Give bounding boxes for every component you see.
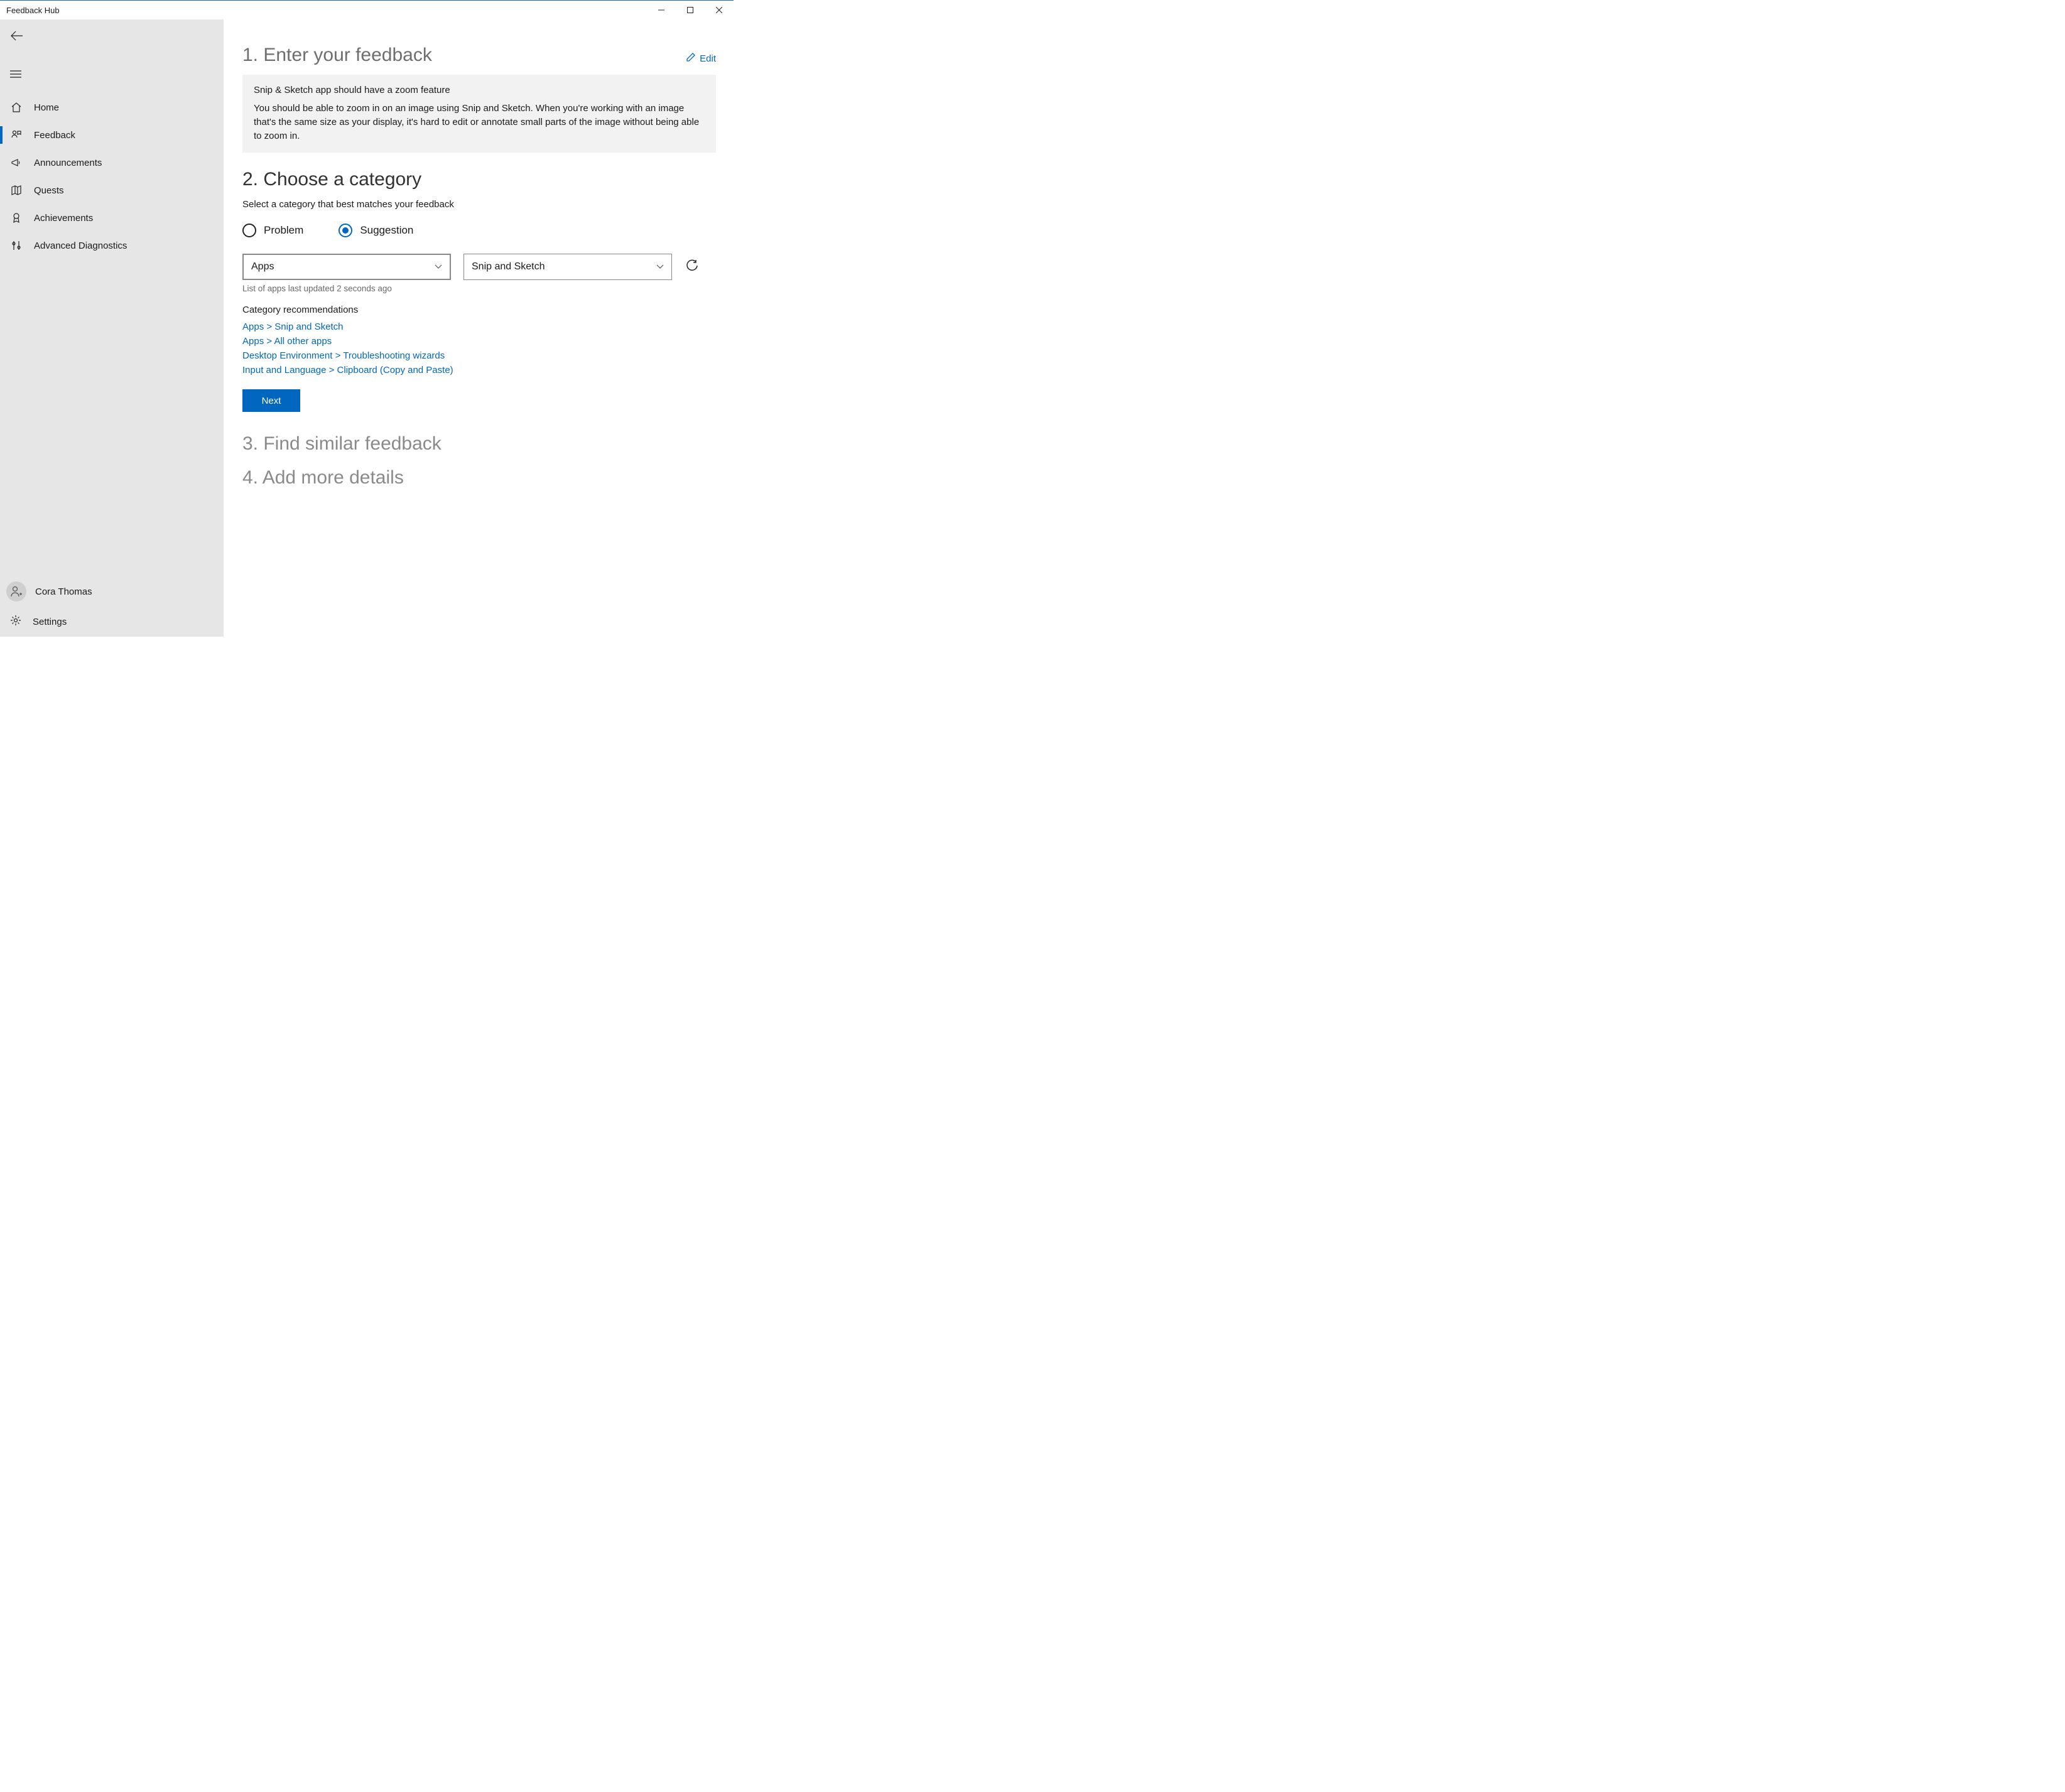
step-3-heading: 3. Find similar feedback bbox=[242, 433, 716, 455]
hamburger-icon bbox=[10, 70, 21, 80]
radio-problem[interactable]: Problem bbox=[242, 224, 303, 237]
sidebar-item-feedback[interactable]: Feedback bbox=[0, 121, 224, 149]
sidebar-item-settings[interactable]: Settings bbox=[0, 607, 224, 637]
close-button[interactable] bbox=[705, 1, 734, 19]
window-controls bbox=[647, 1, 734, 19]
recommendations-heading: Category recommendations bbox=[242, 305, 716, 315]
award-icon bbox=[10, 212, 23, 224]
map-icon bbox=[10, 185, 23, 196]
feedback-type-radios: Problem Suggestion bbox=[242, 224, 716, 237]
sidebar-item-label: Announcements bbox=[34, 158, 102, 168]
sidebar-item-announcements[interactable]: Announcements bbox=[0, 149, 224, 176]
radio-label: Problem bbox=[264, 224, 303, 237]
chevron-down-icon bbox=[435, 261, 442, 273]
sidebar-item-label: Feedback bbox=[34, 130, 75, 141]
recommendation-link[interactable]: Input and Language > Clipboard (Copy and… bbox=[242, 365, 716, 375]
sidebar-item-home[interactable]: Home bbox=[0, 94, 224, 121]
sidebar-item-label: Home bbox=[34, 102, 59, 113]
sidebar-item-achievements[interactable]: Achievements bbox=[0, 204, 224, 232]
maximize-button[interactable] bbox=[676, 1, 705, 19]
diagnostics-icon bbox=[10, 240, 23, 251]
app-window: Feedback Hub bbox=[0, 0, 734, 637]
gear-icon bbox=[10, 615, 21, 629]
radio-label: Suggestion bbox=[360, 224, 413, 237]
user-account[interactable]: Cora Thomas bbox=[0, 576, 224, 607]
radio-circle-icon bbox=[339, 224, 352, 237]
avatar bbox=[6, 581, 26, 602]
next-button[interactable]: Next bbox=[242, 389, 300, 412]
home-icon bbox=[10, 102, 23, 113]
titlebar: Feedback Hub bbox=[0, 1, 734, 19]
edit-label: Edit bbox=[700, 53, 716, 64]
sidebar: Home Feedback Announcements bbox=[0, 19, 224, 637]
feedback-title: Snip & Sketch app should have a zoom fea… bbox=[254, 85, 705, 95]
sidebar-item-label: Achievements bbox=[34, 213, 93, 224]
pencil-icon bbox=[686, 52, 696, 65]
radio-circle-icon bbox=[242, 224, 256, 237]
main-content: 1. Enter your feedback Edit Snip & Sketc… bbox=[224, 19, 734, 637]
refresh-button[interactable] bbox=[685, 259, 700, 274]
feedback-summary: Snip & Sketch app should have a zoom fea… bbox=[242, 75, 716, 153]
radio-suggestion[interactable]: Suggestion bbox=[339, 224, 413, 237]
category-select-secondary[interactable]: Snip and Sketch bbox=[463, 254, 672, 280]
minimize-button[interactable] bbox=[647, 1, 676, 19]
nav: Home Feedback Announcements bbox=[0, 94, 224, 259]
sidebar-item-label: Advanced Diagnostics bbox=[34, 240, 127, 251]
recommendation-link[interactable]: Apps > Snip and Sketch bbox=[242, 321, 716, 332]
megaphone-icon bbox=[10, 157, 23, 168]
sidebar-item-label: Quests bbox=[34, 185, 64, 196]
window-title: Feedback Hub bbox=[6, 6, 647, 15]
sidebar-item-quests[interactable]: Quests bbox=[0, 176, 224, 204]
feedback-icon bbox=[10, 129, 23, 141]
recommendation-link[interactable]: Desktop Environment > Troubleshooting wi… bbox=[242, 350, 716, 361]
select-value: Apps bbox=[251, 261, 274, 273]
updated-hint: List of apps last updated 2 seconds ago bbox=[242, 284, 716, 293]
back-button[interactable] bbox=[0, 24, 224, 50]
feedback-body: You should be able to zoom in on an imag… bbox=[254, 102, 705, 143]
sidebar-item-diagnostics[interactable]: Advanced Diagnostics bbox=[0, 232, 224, 259]
hamburger-button[interactable] bbox=[0, 62, 224, 87]
next-label: Next bbox=[262, 396, 281, 406]
chevron-down-icon bbox=[656, 261, 664, 273]
recommendation-link[interactable]: Apps > All other apps bbox=[242, 336, 716, 347]
step-2-heading: 2. Choose a category bbox=[242, 169, 716, 190]
category-select-primary[interactable]: Apps bbox=[242, 254, 451, 280]
sidebar-item-label: Settings bbox=[33, 617, 67, 627]
select-value: Snip and Sketch bbox=[472, 261, 545, 273]
category-prompt: Select a category that best matches your… bbox=[242, 199, 716, 210]
step-4-heading: 4. Add more details bbox=[242, 467, 716, 488]
arrow-left-icon bbox=[10, 31, 24, 43]
user-name: Cora Thomas bbox=[35, 586, 92, 597]
refresh-icon bbox=[686, 259, 698, 274]
edit-button[interactable]: Edit bbox=[686, 52, 716, 75]
step-1-heading: 1. Enter your feedback bbox=[242, 45, 432, 66]
